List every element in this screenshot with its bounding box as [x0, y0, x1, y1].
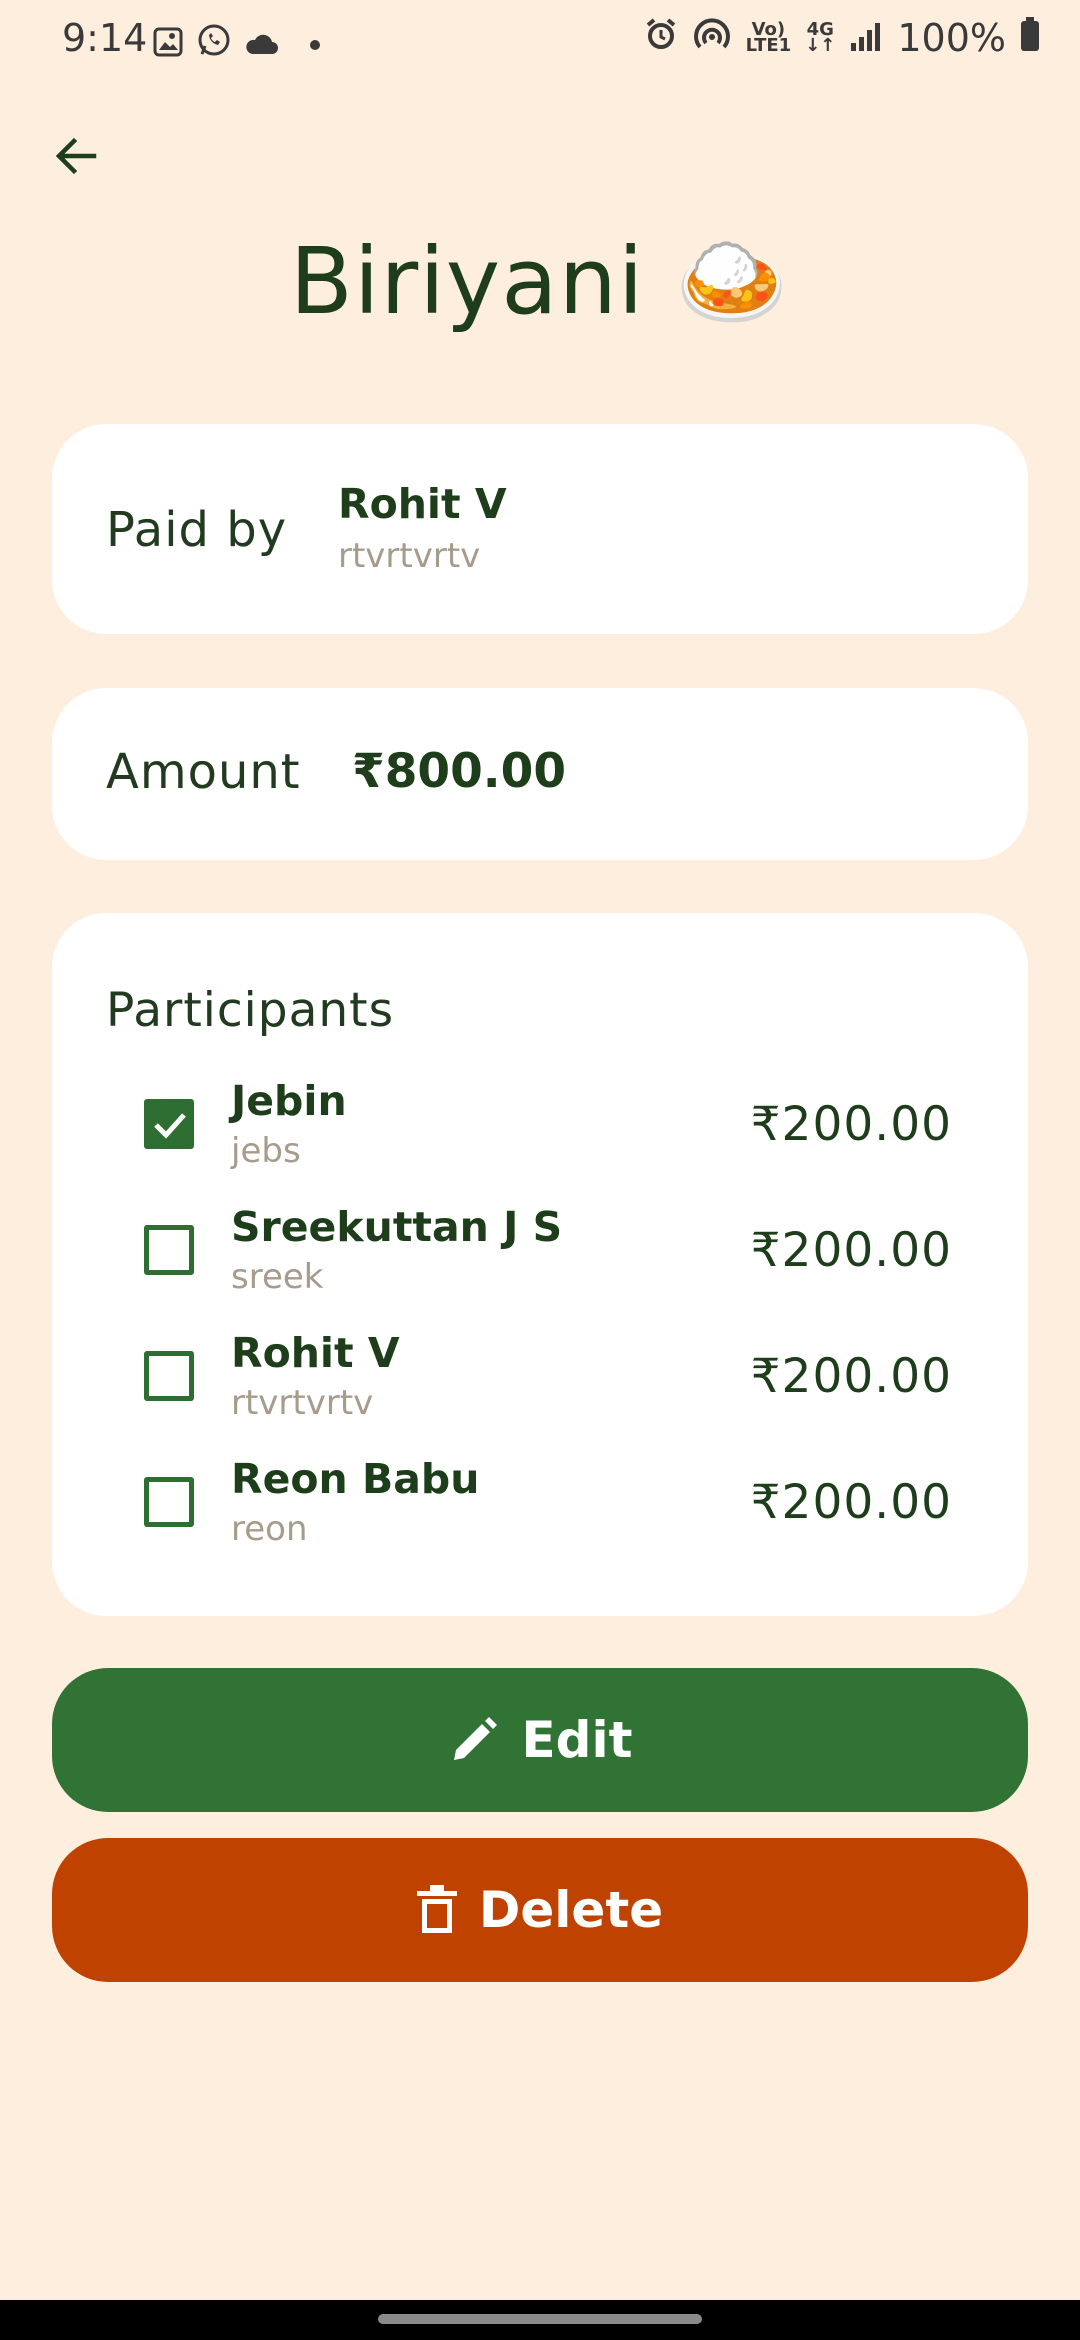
paid-by-label: Paid by	[106, 502, 288, 558]
participants-title: Participants	[106, 983, 395, 1038]
amount-label: Amount	[106, 744, 301, 800]
participant-checkbox[interactable]	[144, 1477, 194, 1527]
pencil-icon	[453, 1717, 497, 1760]
participant-username: jebs	[231, 1131, 301, 1171]
participant-name: Sreekuttan J S	[231, 1203, 563, 1251]
signal-icon	[849, 16, 883, 60]
hotspot-icon	[692, 16, 732, 60]
network-type: 4G ↓↑	[805, 19, 836, 56]
cloud-icon	[244, 23, 280, 67]
delete-button[interactable]: Delete	[52, 1838, 1028, 1982]
battery-icon	[1020, 16, 1040, 60]
participant-row-jebin[interactable]: Jebin jebs ₹200.00	[52, 1069, 1028, 1195]
participant-username: rtvrtvrtv	[231, 1383, 374, 1423]
volte-indicator: Vo) LTE1	[745, 19, 792, 56]
amount-card: Amount ₹800.00	[52, 688, 1028, 860]
participant-row-rohit[interactable]: Rohit V rtvrtvrtv ₹200.00	[52, 1321, 1028, 1447]
participant-username: sreek	[231, 1257, 324, 1297]
participant-name: Reon Babu	[231, 1455, 480, 1503]
participant-row-sreekuttan[interactable]: Sreekuttan J S sreek ₹200.00	[52, 1195, 1028, 1321]
dot-icon	[310, 39, 320, 50]
edit-button[interactable]: Edit	[52, 1668, 1028, 1812]
paid-by-card: Paid by Rohit V rtvrtvrtv	[52, 424, 1028, 634]
payer-name: Rohit V	[338, 480, 507, 528]
participant-checkbox[interactable]	[144, 1099, 194, 1149]
alarm-icon	[644, 16, 678, 60]
participant-checkbox[interactable]	[144, 1225, 194, 1275]
participant-name: Rohit V	[231, 1329, 400, 1377]
payer-username: rtvrtvrtv	[338, 536, 481, 576]
participant-share: ₹200.00	[750, 1097, 952, 1152]
participant-row-reon[interactable]: Reon Babu reon ₹200.00	[52, 1447, 1028, 1573]
edit-button-label: Edit	[521, 1711, 633, 1769]
arrow-left-icon	[55, 137, 97, 175]
trash-icon	[416, 1885, 457, 1933]
participant-share: ₹200.00	[750, 1475, 952, 1530]
system-icons: Vo) LTE1 4G ↓↑ 100%	[644, 16, 1040, 60]
participant-username: reon	[231, 1509, 308, 1549]
delete-button-label: Delete	[478, 1881, 664, 1939]
status-time: 9:14	[62, 16, 148, 60]
network-label: 4G	[806, 19, 834, 40]
gallery-icon	[152, 23, 184, 67]
navigation-bar	[0, 2300, 1080, 2340]
status-bar: 9:14 Vo) LTE1 4G ↓↑ 100%	[0, 0, 1080, 80]
participant-name: Jebin	[231, 1077, 347, 1125]
battery-percent: 100%	[897, 16, 1006, 60]
check-icon	[154, 1113, 186, 1139]
whatsapp-icon	[196, 22, 232, 67]
participant-share: ₹200.00	[750, 1349, 952, 1404]
page-title: Biriyani 🍛	[289, 228, 791, 335]
participant-checkbox[interactable]	[144, 1351, 194, 1401]
participant-share: ₹200.00	[750, 1223, 952, 1278]
back-button[interactable]	[44, 124, 108, 188]
home-gesture-handle[interactable]	[378, 2314, 702, 2324]
participants-card: Participants Jebin jebs ₹200.00 Sreekutt…	[52, 913, 1028, 1616]
notification-icons	[152, 22, 320, 67]
amount-value: ₹800.00	[352, 744, 567, 799]
